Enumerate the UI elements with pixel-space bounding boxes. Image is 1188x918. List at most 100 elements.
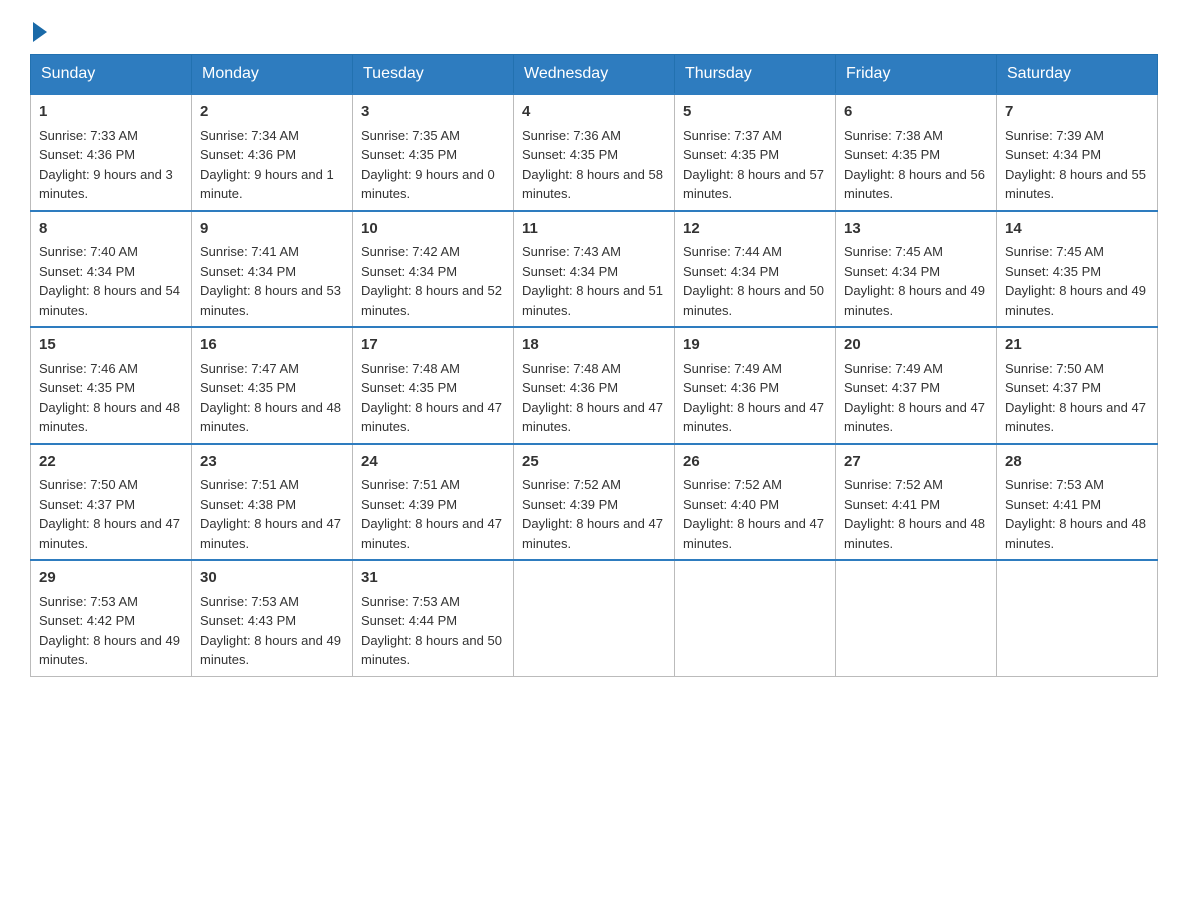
day-number: 16	[200, 334, 344, 357]
daylight-label: Daylight: 8 hours and 49 minutes.	[39, 633, 180, 668]
sunset-label: Sunset: 4:36 PM	[522, 380, 618, 395]
sunset-label: Sunset: 4:43 PM	[200, 613, 296, 628]
daylight-label: Daylight: 8 hours and 54 minutes.	[39, 283, 180, 318]
daylight-label: Daylight: 8 hours and 48 minutes.	[39, 400, 180, 435]
daylight-label: Daylight: 8 hours and 47 minutes.	[844, 400, 985, 435]
sunset-label: Sunset: 4:39 PM	[361, 497, 457, 512]
calendar-week-row-5: 29 Sunrise: 7:53 AM Sunset: 4:42 PM Dayl…	[31, 560, 1158, 676]
daylight-label: Daylight: 8 hours and 58 minutes.	[522, 167, 663, 202]
sunset-label: Sunset: 4:34 PM	[1005, 147, 1101, 162]
sunset-label: Sunset: 4:34 PM	[39, 264, 135, 279]
sunset-label: Sunset: 4:35 PM	[200, 380, 296, 395]
day-number: 8	[39, 218, 183, 241]
calendar-week-row-4: 22 Sunrise: 7:50 AM Sunset: 4:37 PM Dayl…	[31, 444, 1158, 561]
sunrise-label: Sunrise: 7:44 AM	[683, 244, 782, 259]
daylight-label: Daylight: 8 hours and 48 minutes.	[844, 516, 985, 551]
daylight-label: Daylight: 8 hours and 47 minutes.	[522, 400, 663, 435]
day-number: 9	[200, 218, 344, 241]
day-number: 28	[1005, 451, 1149, 474]
sunset-label: Sunset: 4:35 PM	[1005, 264, 1101, 279]
sunset-label: Sunset: 4:35 PM	[361, 380, 457, 395]
sunset-label: Sunset: 4:34 PM	[683, 264, 779, 279]
day-number: 11	[522, 218, 666, 241]
calendar-cell: 5 Sunrise: 7:37 AM Sunset: 4:35 PM Dayli…	[675, 94, 836, 211]
daylight-label: Daylight: 8 hours and 47 minutes.	[683, 516, 824, 551]
day-number: 4	[522, 101, 666, 124]
daylight-label: Daylight: 8 hours and 47 minutes.	[522, 516, 663, 551]
column-header-saturday: Saturday	[997, 55, 1158, 95]
sunrise-label: Sunrise: 7:53 AM	[39, 594, 138, 609]
day-number: 22	[39, 451, 183, 474]
sunrise-label: Sunrise: 7:47 AM	[200, 361, 299, 376]
day-number: 19	[683, 334, 827, 357]
sunrise-label: Sunrise: 7:49 AM	[683, 361, 782, 376]
daylight-label: Daylight: 8 hours and 48 minutes.	[1005, 516, 1146, 551]
column-header-tuesday: Tuesday	[353, 55, 514, 95]
day-number: 20	[844, 334, 988, 357]
calendar-table: SundayMondayTuesdayWednesdayThursdayFrid…	[30, 54, 1158, 677]
daylight-label: Daylight: 8 hours and 49 minutes.	[844, 283, 985, 318]
calendar-cell	[997, 560, 1158, 676]
logo-arrow-icon	[33, 22, 47, 42]
sunset-label: Sunset: 4:40 PM	[683, 497, 779, 512]
sunrise-label: Sunrise: 7:43 AM	[522, 244, 621, 259]
sunrise-label: Sunrise: 7:49 AM	[844, 361, 943, 376]
sunset-label: Sunset: 4:36 PM	[200, 147, 296, 162]
page-header	[30, 20, 1158, 38]
sunrise-label: Sunrise: 7:38 AM	[844, 128, 943, 143]
column-header-friday: Friday	[836, 55, 997, 95]
calendar-cell: 2 Sunrise: 7:34 AM Sunset: 4:36 PM Dayli…	[192, 94, 353, 211]
calendar-cell: 27 Sunrise: 7:52 AM Sunset: 4:41 PM Dayl…	[836, 444, 997, 561]
day-number: 30	[200, 567, 344, 590]
daylight-label: Daylight: 8 hours and 56 minutes.	[844, 167, 985, 202]
day-number: 24	[361, 451, 505, 474]
calendar-cell: 28 Sunrise: 7:53 AM Sunset: 4:41 PM Dayl…	[997, 444, 1158, 561]
sunrise-label: Sunrise: 7:33 AM	[39, 128, 138, 143]
sunset-label: Sunset: 4:41 PM	[1005, 497, 1101, 512]
calendar-cell: 23 Sunrise: 7:51 AM Sunset: 4:38 PM Dayl…	[192, 444, 353, 561]
day-number: 18	[522, 334, 666, 357]
day-number: 23	[200, 451, 344, 474]
calendar-week-row-3: 15 Sunrise: 7:46 AM Sunset: 4:35 PM Dayl…	[31, 327, 1158, 444]
day-number: 5	[683, 101, 827, 124]
daylight-label: Daylight: 8 hours and 50 minutes.	[361, 633, 502, 668]
sunrise-label: Sunrise: 7:40 AM	[39, 244, 138, 259]
daylight-label: Daylight: 8 hours and 49 minutes.	[200, 633, 341, 668]
calendar-cell	[514, 560, 675, 676]
sunrise-label: Sunrise: 7:52 AM	[683, 477, 782, 492]
daylight-label: Daylight: 8 hours and 57 minutes.	[683, 167, 824, 202]
logo-top	[30, 20, 47, 42]
column-header-wednesday: Wednesday	[514, 55, 675, 95]
calendar-cell: 14 Sunrise: 7:45 AM Sunset: 4:35 PM Dayl…	[997, 211, 1158, 328]
calendar-cell: 25 Sunrise: 7:52 AM Sunset: 4:39 PM Dayl…	[514, 444, 675, 561]
sunrise-label: Sunrise: 7:34 AM	[200, 128, 299, 143]
calendar-week-row-2: 8 Sunrise: 7:40 AM Sunset: 4:34 PM Dayli…	[31, 211, 1158, 328]
daylight-label: Daylight: 8 hours and 49 minutes.	[1005, 283, 1146, 318]
sunset-label: Sunset: 4:41 PM	[844, 497, 940, 512]
sunset-label: Sunset: 4:35 PM	[844, 147, 940, 162]
column-header-sunday: Sunday	[31, 55, 192, 95]
sunrise-label: Sunrise: 7:52 AM	[844, 477, 943, 492]
sunrise-label: Sunrise: 7:51 AM	[200, 477, 299, 492]
daylight-label: Daylight: 8 hours and 53 minutes.	[200, 283, 341, 318]
day-number: 1	[39, 101, 183, 124]
daylight-label: Daylight: 9 hours and 1 minute.	[200, 167, 334, 202]
column-header-thursday: Thursday	[675, 55, 836, 95]
daylight-label: Daylight: 8 hours and 47 minutes.	[361, 516, 502, 551]
sunset-label: Sunset: 4:36 PM	[683, 380, 779, 395]
calendar-cell: 3 Sunrise: 7:35 AM Sunset: 4:35 PM Dayli…	[353, 94, 514, 211]
day-number: 31	[361, 567, 505, 590]
calendar-cell: 30 Sunrise: 7:53 AM Sunset: 4:43 PM Dayl…	[192, 560, 353, 676]
sunrise-label: Sunrise: 7:50 AM	[39, 477, 138, 492]
calendar-header-row: SundayMondayTuesdayWednesdayThursdayFrid…	[31, 55, 1158, 95]
logo	[30, 20, 47, 38]
sunset-label: Sunset: 4:37 PM	[844, 380, 940, 395]
daylight-label: Daylight: 8 hours and 48 minutes.	[200, 400, 341, 435]
sunrise-label: Sunrise: 7:53 AM	[361, 594, 460, 609]
sunrise-label: Sunrise: 7:37 AM	[683, 128, 782, 143]
daylight-label: Daylight: 8 hours and 47 minutes.	[361, 400, 502, 435]
sunset-label: Sunset: 4:34 PM	[361, 264, 457, 279]
day-number: 15	[39, 334, 183, 357]
calendar-cell: 9 Sunrise: 7:41 AM Sunset: 4:34 PM Dayli…	[192, 211, 353, 328]
sunset-label: Sunset: 4:35 PM	[39, 380, 135, 395]
